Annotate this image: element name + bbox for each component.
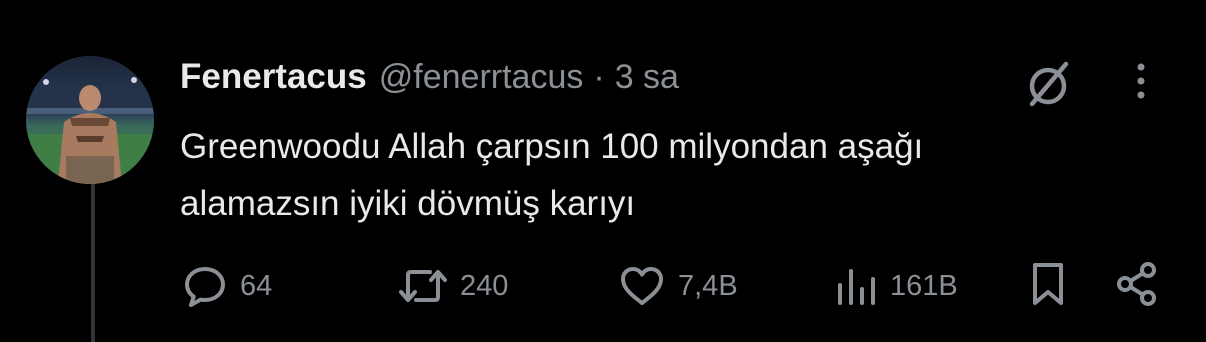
grok-icon[interactable] (1020, 56, 1076, 112)
tweet[interactable]: Fenertacus @fenerrtacus · 3 sa Greenwood… (0, 0, 1206, 342)
views-count: 161B (890, 269, 958, 302)
author-handle[interactable]: @fenerrtacus (379, 58, 584, 97)
like-button[interactable]: 7,4B (618, 258, 738, 314)
bookmark-button[interactable] (1028, 258, 1068, 314)
heart-icon (618, 263, 666, 309)
repost-count: 240 (460, 269, 509, 302)
reply-count: 64 (240, 269, 273, 302)
reply-bubble-icon (182, 263, 228, 309)
timestamp[interactable]: 3 sa (615, 58, 679, 97)
views-button[interactable]: 161B (834, 258, 958, 314)
tweet-header: Fenertacus @fenerrtacus · 3 sa (180, 52, 679, 102)
avatar[interactable] (26, 56, 154, 184)
action-bar: 64 240 7,4B 161B (0, 258, 1206, 314)
tweet-text: Greenwoodu Allah çarpsın 100 milyondan a… (180, 127, 924, 223)
reply-button[interactable]: 64 (182, 258, 272, 314)
author-name[interactable]: Fenertacus (180, 57, 367, 97)
separator-dot: · (593, 57, 605, 96)
repost-icon (398, 263, 448, 309)
more-dots-icon[interactable] (1126, 58, 1156, 104)
repost-button[interactable]: 240 (398, 258, 508, 314)
bar-chart-icon (834, 263, 878, 309)
share-button[interactable] (1112, 258, 1162, 314)
bookmark-icon (1028, 260, 1068, 313)
share-icon (1112, 259, 1162, 314)
like-count: 7,4B (678, 269, 738, 302)
